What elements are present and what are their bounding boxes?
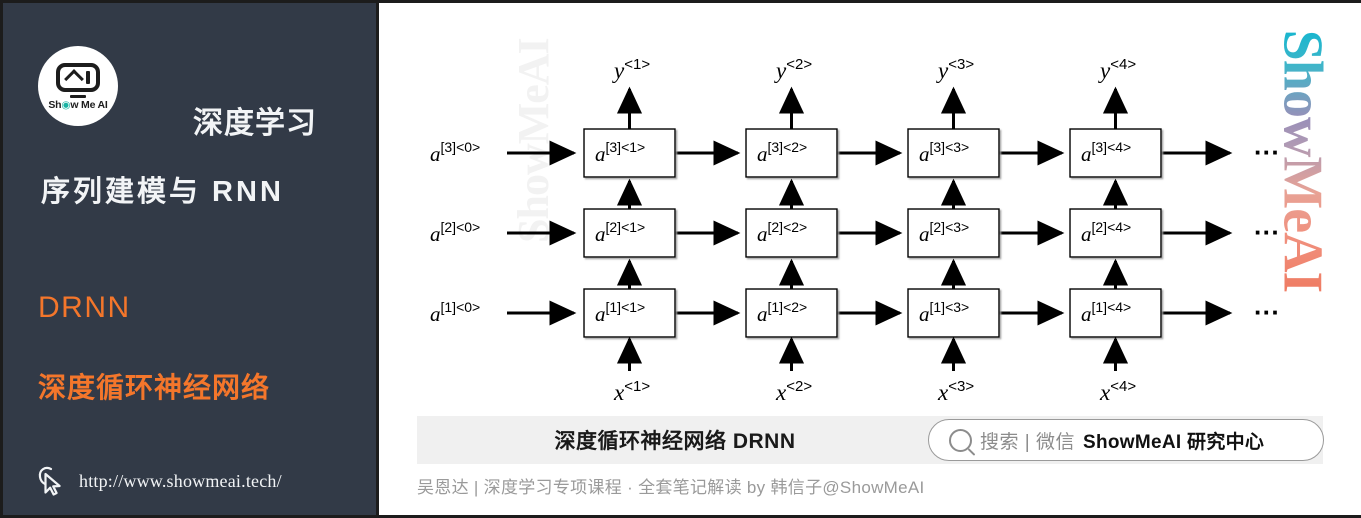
svg-text:ShowMeAI: ShowMeAI — [509, 38, 558, 243]
search-account-name: ShowMeAI 研究中心 — [1083, 431, 1265, 453]
output-label: y<3> — [936, 56, 974, 83]
logo-wordmark: Sh◉w Me AI — [48, 99, 108, 111]
chevron-eye-icon — [63, 69, 84, 89]
search-icon — [949, 428, 972, 452]
website-url: http://www.showmeai.tech/ — [79, 470, 282, 491]
input-label: x<1> — [613, 378, 650, 405]
caption-row: 深度循环神经网络 DRNN 搜索 | 微信 ShowMeAI 研究中心 — [382, 410, 1361, 466]
output-label: y<1> — [612, 56, 650, 83]
layer-1-row — [507, 258, 1233, 371]
website-link[interactable]: http://www.showmeai.tech/ — [37, 465, 282, 497]
cursor-pointer-icon — [38, 466, 61, 496]
content-panel: ShowMeAI ShowMeAI y<1> y<2> y<3> y<4> x<… — [382, 3, 1361, 515]
robot-face-icon — [56, 63, 100, 92]
output-label: y<4> — [1098, 56, 1136, 83]
output-label: y<2> — [774, 56, 812, 83]
logo-wordmark-dot: ◉ — [61, 99, 71, 111]
topic-tag: DRNN — [38, 291, 131, 324]
row-ellipsis: ··· — [1254, 137, 1280, 167]
topic-name: 深度循环神经网络 — [38, 372, 271, 403]
row-ellipsis: ··· — [1254, 217, 1280, 247]
input-label: x<4> — [1099, 378, 1136, 405]
slide-root: Sh◉w Me AI 深度学习 序列建模与 RNN DRNN 深度循环神经网络 … — [0, 0, 1361, 518]
figure-caption: 深度循环神经网络 DRNN — [554, 430, 796, 453]
search-placeholder-text: 搜索 | 微信 — [980, 431, 1075, 453]
initial-state-label: a[1]<0> — [430, 299, 480, 326]
drnn-diagram: ShowMeAI y<1> y<2> y<3> y<4> x<1> x<2> x… — [430, 38, 1280, 405]
logo-wordmark-pre: Sh — [48, 99, 62, 111]
logo-wordmark-post: w Me AI — [70, 99, 108, 111]
initial-state-label: a[3]<0> — [430, 139, 480, 166]
initial-state-label: a[2]<0> — [430, 219, 480, 246]
attribution-line: 吴恩达 | 深度学习专项课程 · 全套笔记解读 by 韩信子@ShowMeAI — [417, 478, 925, 497]
robot-mouth-icon — [70, 94, 86, 98]
row-ellipsis: ··· — [1254, 297, 1280, 327]
show-me-ai-logo: Sh◉w Me AI — [38, 46, 118, 126]
section-title: 序列建模与 RNN — [41, 176, 284, 208]
sidebar: Sh◉w Me AI 深度学习 序列建模与 RNN DRNN 深度循环神经网络 … — [3, 3, 379, 515]
course-title: 深度学习 — [193, 107, 317, 140]
layer-3-row — [507, 86, 1233, 178]
input-label: x<2> — [775, 378, 812, 405]
bar-eye-icon — [85, 71, 90, 84]
wechat-search-pill[interactable]: 搜索 | 微信 ShowMeAI 研究中心 — [928, 419, 1324, 461]
input-label: x<3> — [937, 378, 974, 405]
